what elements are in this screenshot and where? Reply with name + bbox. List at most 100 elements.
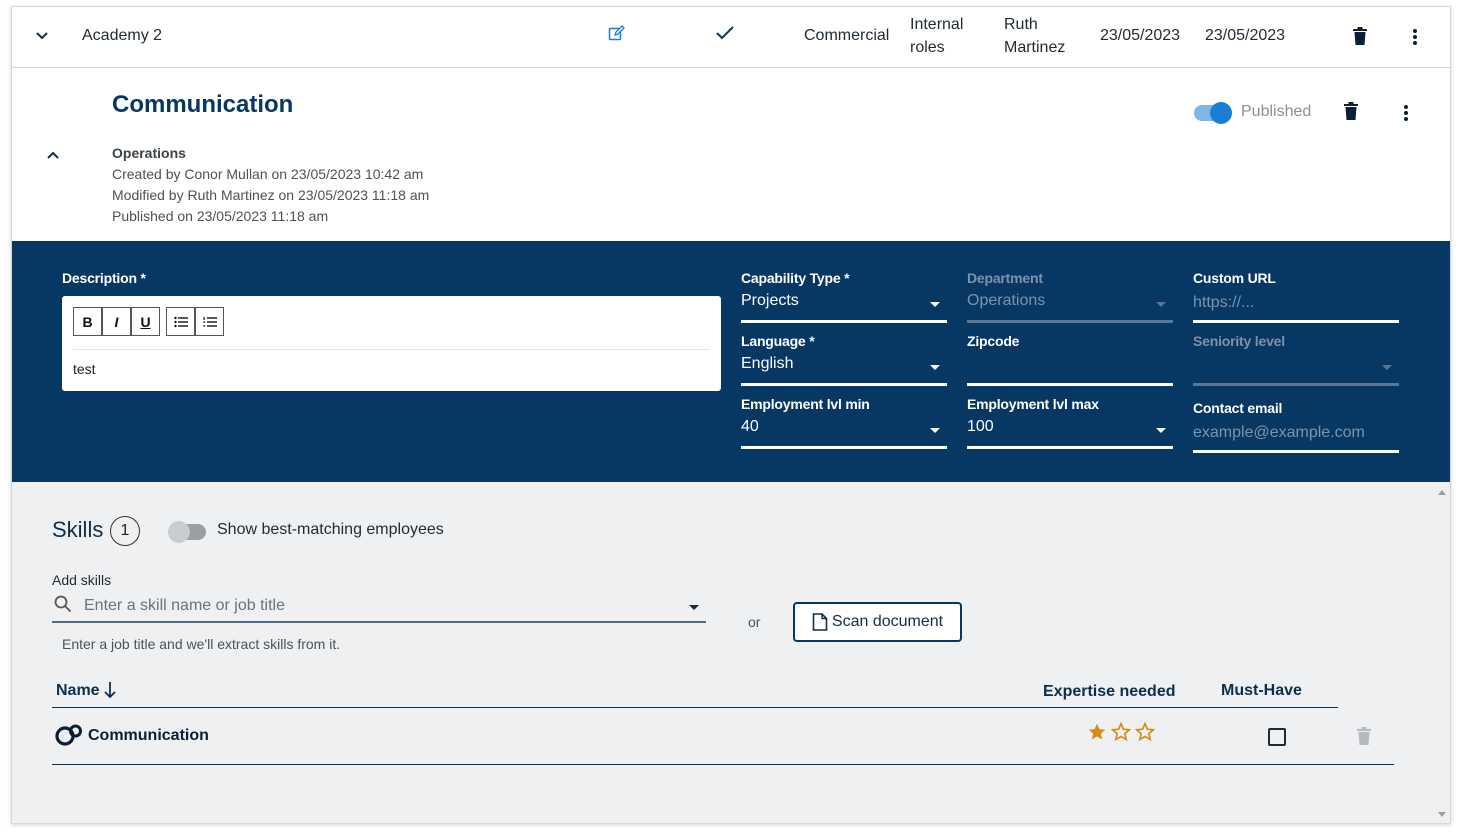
more-vertical-icon[interactable] xyxy=(1403,104,1409,127)
trash-icon[interactable] xyxy=(1357,727,1371,750)
capability-list-row[interactable]: Academy 2 Commercial Internal roles Ruth… xyxy=(12,7,1450,68)
check-icon xyxy=(715,25,735,46)
department-underline xyxy=(967,320,1173,323)
row-created-date: 23/05/2023 xyxy=(1100,24,1180,47)
sort-arrow-down-icon[interactable] xyxy=(103,681,117,704)
created-by-meta: Created by Conor Mullan on 23/05/2023 10… xyxy=(112,166,423,182)
page-title: Communication xyxy=(112,91,293,119)
must-have-checkbox[interactable] xyxy=(1268,728,1286,746)
employment-min-label: Employment lvl min xyxy=(741,396,870,412)
capability-type-label: Capability Type * xyxy=(741,270,849,286)
or-label: or xyxy=(748,614,760,630)
best-matching-toggle[interactable] xyxy=(170,524,206,540)
employment-max-dropdown-icon[interactable] xyxy=(1156,428,1166,433)
collapse-row-chevron-icon[interactable] xyxy=(34,27,50,48)
underline-button[interactable]: U xyxy=(131,307,160,336)
zipcode-field[interactable] xyxy=(967,355,1173,377)
bullet-list-button[interactable] xyxy=(166,307,195,336)
row-category-line1: Internal xyxy=(910,13,963,36)
italic-button[interactable]: I xyxy=(102,307,131,336)
trash-icon[interactable] xyxy=(1353,27,1367,50)
capability-type-value[interactable]: Projects xyxy=(741,292,799,310)
skill-search-dropdown-icon[interactable] xyxy=(689,605,699,610)
contact-email-underline xyxy=(1193,450,1399,453)
skill-search-input[interactable]: Enter a skill name or job title xyxy=(84,597,285,615)
skills-count-badge: 1 xyxy=(110,516,140,546)
language-underline xyxy=(741,383,947,386)
published-label: Published xyxy=(1241,103,1311,121)
description-label: Description * xyxy=(62,270,146,286)
column-header-expertise: Expertise needed xyxy=(1043,683,1176,701)
underline-label: U xyxy=(140,314,150,330)
column-header-name[interactable]: Name xyxy=(56,682,100,700)
employment-max-label: Employment lvl max xyxy=(967,396,1099,412)
zipcode-underline xyxy=(967,383,1173,386)
numbered-list-icon xyxy=(203,316,217,328)
scan-document-button[interactable]: Scan document xyxy=(793,602,962,642)
capability-type-underline xyxy=(741,320,947,323)
add-skills-label: Add skills xyxy=(52,572,111,588)
department-value: Operations xyxy=(967,292,1045,310)
edit-icon[interactable] xyxy=(608,25,625,47)
skill-logo-icon xyxy=(55,724,83,751)
best-matching-label: Show best-matching employees xyxy=(217,521,444,539)
employment-min-dropdown-icon[interactable] xyxy=(930,428,940,433)
description-editor[interactable]: B I U test xyxy=(62,296,721,391)
trash-icon[interactable] xyxy=(1344,102,1358,125)
skill-search-hint: Enter a job title and we'll extract skil… xyxy=(62,636,340,652)
capability-type-dropdown-icon[interactable] xyxy=(930,302,940,307)
star-empty-icon[interactable] xyxy=(1135,722,1155,747)
skills-title: Skills xyxy=(52,517,103,543)
scroll-down-arrow[interactable] xyxy=(1438,812,1446,817)
employment-min-value[interactable]: 40 xyxy=(741,418,759,436)
table-row-divider xyxy=(52,764,1394,765)
language-dropdown-icon[interactable] xyxy=(930,365,940,370)
custom-url-field[interactable]: https://... xyxy=(1193,294,1254,312)
department-dropdown-icon xyxy=(1156,302,1166,307)
scan-document-label: Scan document xyxy=(832,613,943,631)
employment-max-value[interactable]: 100 xyxy=(967,418,994,436)
department-meta: Operations xyxy=(112,145,186,161)
skill-search-underline xyxy=(52,621,706,623)
language-label: Language * xyxy=(741,333,814,349)
collapse-chevron-up-icon[interactable] xyxy=(45,148,61,166)
bold-button[interactable]: B xyxy=(73,307,102,336)
editor-divider xyxy=(73,349,710,350)
more-vertical-icon[interactable] xyxy=(1412,28,1418,51)
bullet-list-icon xyxy=(174,316,188,328)
row-category-line2: roles xyxy=(910,36,945,59)
capability-detail-header: Communication Operations Created by Cono… xyxy=(12,68,1450,241)
star-empty-icon[interactable] xyxy=(1111,722,1131,747)
seniority-dropdown-icon xyxy=(1382,365,1392,370)
numbered-list-button[interactable] xyxy=(195,307,224,336)
italic-label: I xyxy=(115,314,119,330)
bold-label: B xyxy=(82,314,92,330)
search-icon xyxy=(54,595,72,618)
language-value[interactable]: English xyxy=(741,355,793,373)
row-type: Commercial xyxy=(804,24,889,47)
row-modified-date: 23/05/2023 xyxy=(1205,24,1285,47)
document-icon xyxy=(812,613,828,631)
row-name: Academy 2 xyxy=(82,24,162,47)
row-owner-line2: Martinez xyxy=(1004,36,1065,59)
contact-email-label: Contact email xyxy=(1193,400,1282,416)
custom-url-label: Custom URL xyxy=(1193,270,1276,286)
scroll-up-arrow[interactable] xyxy=(1438,490,1446,495)
table-row[interactable]: Communication xyxy=(52,708,1394,764)
seniority-label: Seniority level xyxy=(1193,333,1285,349)
published-toggle[interactable] xyxy=(1194,105,1230,121)
content-card: Academy 2 Commercial Internal roles Ruth… xyxy=(11,6,1451,824)
custom-url-underline xyxy=(1193,320,1399,323)
zipcode-label: Zipcode xyxy=(967,333,1019,349)
seniority-underline xyxy=(1193,383,1399,386)
modified-by-meta: Modified by Ruth Martinez on 23/05/2023 … xyxy=(112,187,429,203)
capability-form: Description * B I U test Capability Type… xyxy=(12,241,1450,482)
contact-email-field[interactable]: example@example.com xyxy=(1193,424,1365,442)
published-on-meta: Published on 23/05/2023 11:18 am xyxy=(112,208,328,224)
skills-section: Skills 1 Show best-matching employees Ad… xyxy=(12,482,1450,824)
column-header-must-have: Must-Have xyxy=(1221,682,1302,700)
star-filled-icon[interactable] xyxy=(1087,722,1107,747)
department-label: Department xyxy=(967,270,1043,286)
employment-min-underline xyxy=(741,446,947,449)
description-text[interactable]: test xyxy=(73,361,96,377)
